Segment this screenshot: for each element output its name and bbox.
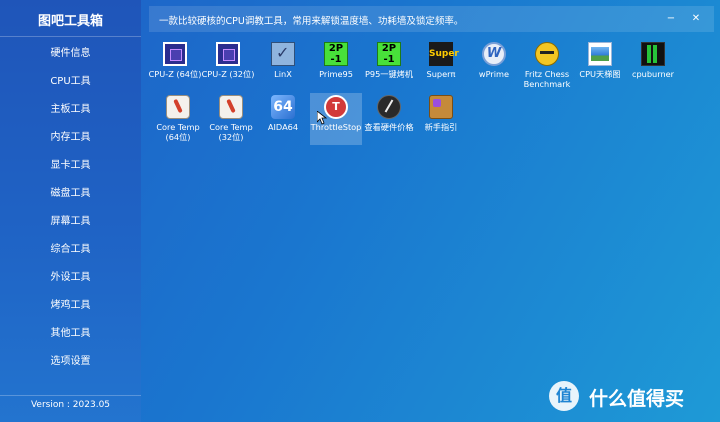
tool-label: 查看硬件价格 xyxy=(364,122,414,132)
sidebar-item-other-tools[interactable]: 其他工具 xyxy=(0,320,141,348)
app-title: 图吧工具箱 xyxy=(37,14,103,29)
tool-tile-fritz-chess[interactable]: Fritz Chess Benchmark xyxy=(521,40,573,92)
tool-label: CPU天梯图 xyxy=(579,69,621,79)
description-bar: 一款比较硬核的CPU调教工具，常用来解锁温度墙、功耗墙及锁定频率。 − ✕ xyxy=(149,6,714,32)
minimize-button[interactable]: − xyxy=(664,12,678,26)
tool-label: Superπ xyxy=(426,69,456,79)
tool-tile-cpuz-32[interactable]: CPU-Z (32位) xyxy=(202,40,254,92)
sidebar-item-motherboard-tools[interactable]: 主板工具 xyxy=(0,96,141,124)
tool-label: CPU-Z (64位) xyxy=(148,69,202,79)
tool-tile-linx[interactable]: LinX xyxy=(257,40,309,92)
tool-label: cpuburner xyxy=(631,69,675,79)
tool-label: Core Temp (64位) xyxy=(156,122,200,142)
guide-icon xyxy=(429,95,453,119)
tool-tile-superpi[interactable]: Super Superπ xyxy=(415,40,467,92)
sidebar: 图吧工具箱 硬件信息 CPU工具 主板工具 内存工具 显卡工具 磁盘工具 屏幕工… xyxy=(0,0,141,422)
close-button[interactable]: ✕ xyxy=(689,12,703,26)
tool-tile-check-price[interactable]: 查看硬件价格 xyxy=(363,93,415,145)
fritz-chess-icon xyxy=(535,42,559,66)
tool-label: Core Temp (32位) xyxy=(209,122,253,142)
linx-icon xyxy=(271,42,295,66)
sidebar-item-gpu-tools[interactable]: 显卡工具 xyxy=(0,152,141,180)
version-label: Version : 2023.05 xyxy=(30,400,111,410)
cpuburner-icon xyxy=(641,42,665,66)
tool-tile-beginner-guide[interactable]: 新手指引 xyxy=(415,93,467,145)
tool-label: wPrime xyxy=(478,69,510,79)
prime95-icon: 2P -1 xyxy=(324,42,348,66)
sidebar-item-cpu-tools[interactable]: CPU工具 xyxy=(0,68,141,96)
tool-label: P95一键烤机 xyxy=(364,69,414,79)
superpi-icon: Super xyxy=(429,42,459,66)
tool-tile-cpuz-64[interactable]: CPU-Z (64位) xyxy=(149,40,201,92)
tool-tile-coretemp-32[interactable]: Core Temp (32位) xyxy=(205,93,257,145)
divider xyxy=(0,36,141,37)
wprime-icon: W xyxy=(482,42,506,66)
tool-label: Fritz Chess Benchmark xyxy=(523,69,571,89)
sidebar-item-disk-tools[interactable]: 磁盘工具 xyxy=(0,180,141,208)
sidebar-item-stress-tools[interactable]: 烤鸡工具 xyxy=(0,292,141,320)
tool-label: 新手指引 xyxy=(424,122,458,132)
price-icon xyxy=(377,95,401,119)
tool-tile-coretemp-64[interactable]: Core Temp (64位) xyxy=(152,93,204,145)
thermometer-icon xyxy=(166,95,190,119)
tool-tile-prime95[interactable]: 2P -1 Prime95 xyxy=(310,40,362,92)
tool-tile-aida64[interactable]: 64 AIDA64 xyxy=(257,93,309,145)
prime95-icon: 2P -1 xyxy=(377,42,401,66)
divider xyxy=(0,395,141,396)
tool-tile-wprime[interactable]: W wPrime xyxy=(468,40,520,92)
sidebar-item-general-tools[interactable]: 综合工具 xyxy=(0,236,141,264)
stop-sign-icon: T xyxy=(324,95,348,119)
cpu-ladder-icon xyxy=(588,42,612,66)
cpuz-icon xyxy=(216,42,240,66)
tool-label: ThrottleStop xyxy=(310,122,362,132)
tool-label: Prime95 xyxy=(319,69,353,79)
thermometer-icon xyxy=(219,95,243,119)
cpuz-icon xyxy=(163,42,187,66)
sidebar-nav: 硬件信息 CPU工具 主板工具 内存工具 显卡工具 磁盘工具 屏幕工具 综合工具… xyxy=(0,40,141,376)
tool-description: 一款比较硬核的CPU调教工具，常用来解锁温度墙、功耗墙及锁定频率。 xyxy=(159,16,464,27)
tool-label: CPU-Z (32位) xyxy=(201,69,255,79)
smzdm-logo-icon: 值 xyxy=(549,381,579,411)
tool-tile-cpu-ladder[interactable]: CPU天梯图 xyxy=(574,40,626,92)
tool-tile-cpuburner[interactable]: cpuburner xyxy=(627,40,679,92)
sidebar-item-settings[interactable]: 选项设置 xyxy=(0,348,141,376)
mouse-cursor xyxy=(316,110,328,129)
tool-tile-p95-burnin[interactable]: 2P -1 P95一键烤机 xyxy=(363,40,415,92)
watermark-text: 什么值得买 xyxy=(589,388,685,410)
sidebar-item-screen-tools[interactable]: 屏幕工具 xyxy=(0,208,141,236)
sidebar-item-memory-tools[interactable]: 内存工具 xyxy=(0,124,141,152)
tool-label: LinX xyxy=(274,69,292,79)
sidebar-item-peripheral-tools[interactable]: 外设工具 xyxy=(0,264,141,292)
sidebar-item-hardware-info[interactable]: 硬件信息 xyxy=(0,40,141,68)
tool-label: AIDA64 xyxy=(267,122,299,132)
cursor-icon xyxy=(316,110,328,125)
aida64-icon: 64 xyxy=(271,95,295,119)
